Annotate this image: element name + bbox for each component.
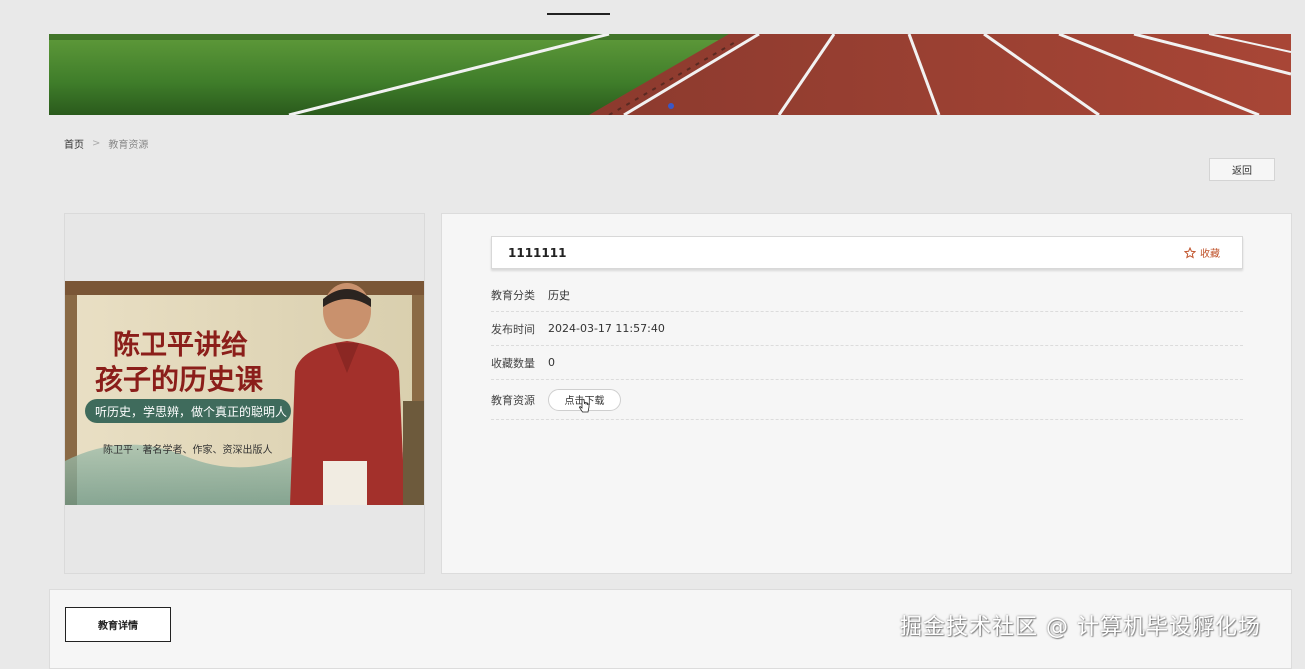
field-row-favorite-count: 收藏数量 0: [491, 346, 1243, 380]
field-row-publish-time: 发布时间 2024-03-17 11:57:40: [491, 312, 1243, 346]
field-row-category: 教育分类 历史: [491, 278, 1243, 312]
resource-title: 1111111: [508, 245, 567, 260]
cover-title-line1: 陈卫平讲给: [113, 329, 248, 361]
watermark-text: 掘金技术社区 @ 计算机毕设孵化场: [900, 615, 1261, 640]
cover-author-line: 陈卫平 · 著名学者、作家、资深出版人: [103, 443, 273, 456]
breadcrumb: 首页 > 教育资源: [64, 136, 148, 151]
breadcrumb-separator: >: [92, 138, 101, 149]
resource-field-list: 教育分类 历史 发布时间 2024-03-17 11:57:40 收藏数量 0 …: [491, 278, 1243, 420]
mouse-cursor-icon: [579, 397, 590, 412]
resource-info-panel: 1111111 收藏 教育分类 历史 发布时间 2024-03-17 11:57…: [441, 213, 1292, 574]
resource-cover-image: 陈卫平讲给 听历史，学思辨，做个真正的聪明人 陈卫平 · 著名学者、作家、资深出…: [65, 281, 424, 505]
field-value: 2024-03-17 11:57:40: [548, 322, 665, 335]
tab-details[interactable]: 教育详情: [65, 607, 171, 642]
favorite-label: 收藏: [1200, 249, 1220, 260]
field-label: 教育分类: [491, 288, 535, 302]
field-value: 历史: [548, 288, 570, 302]
cover-slogan: 听历史，学思辨，做个真正的聪明人: [95, 404, 287, 419]
breadcrumb-current: 教育资源: [108, 140, 149, 151]
field-row-resource: 教育资源 点击下载: [491, 380, 1243, 420]
field-label: 收藏数量: [491, 356, 535, 370]
breadcrumb-home[interactable]: 首页: [64, 136, 84, 151]
hero-banner: [49, 34, 1291, 115]
field-label: 教育资源: [491, 393, 535, 407]
field-label: 发布时间: [491, 322, 535, 336]
back-button[interactable]: 返回: [1209, 158, 1275, 181]
resource-title-bar: 1111111 收藏: [491, 236, 1243, 269]
download-button[interactable]: 点击下载: [548, 388, 621, 412]
cover-title-line2: 孩子的历史课: [95, 363, 264, 396]
star-icon: [1184, 246, 1196, 259]
favorite-button[interactable]: 收藏: [1184, 245, 1220, 260]
resource-image-panel: 陈卫平讲给 听历史，学思辨，做个真正的聪明人 陈卫平 · 著名学者、作家、资深出…: [64, 213, 425, 574]
field-value: 0: [548, 356, 555, 369]
nav-active-underline: [547, 13, 610, 15]
